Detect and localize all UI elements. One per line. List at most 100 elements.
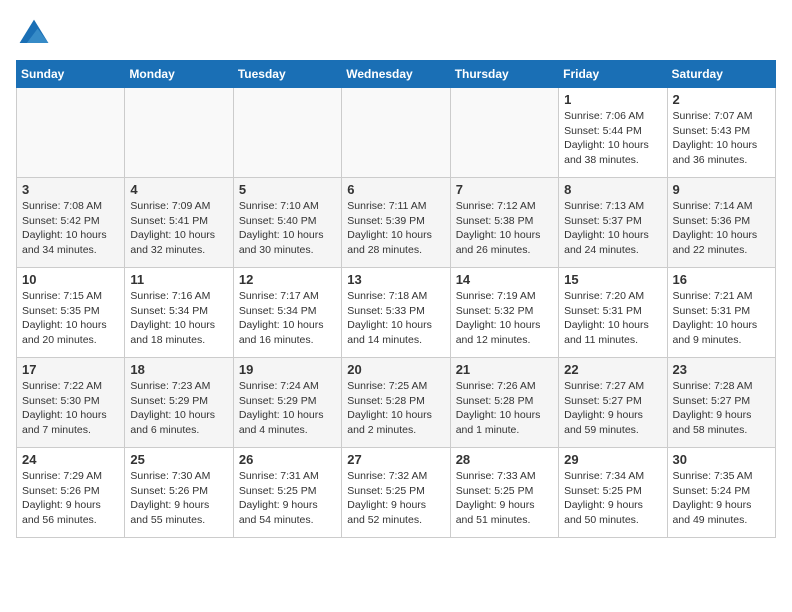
- calendar-cell: 11 Sunrise: 7:16 AM Sunset: 5:34 PM Dayli…: [125, 268, 233, 358]
- calendar-cell: [125, 88, 233, 178]
- day-info: Sunrise: 7:25 AM Sunset: 5:28 PM Dayligh…: [347, 379, 444, 438]
- calendar-cell: 27Sunrise: 7:32 AM Sunset: 5:25 PM Dayli…: [342, 448, 450, 538]
- day-info: Sunrise: 7:23 AM Sunset: 5:29 PM Dayligh…: [130, 379, 227, 438]
- col-header-sunday: Sunday: [17, 61, 125, 88]
- day-info: Sunrise: 7:07 AM Sunset: 5:43 PM Dayligh…: [673, 109, 770, 168]
- day-info: Sunrise: 7:12 AM Sunset: 5:38 PM Dayligh…: [456, 199, 553, 258]
- day-info: Sunrise: 7:09 AM Sunset: 5:41 PM Dayligh…: [130, 199, 227, 258]
- calendar-cell: 3 Sunrise: 7:08 AM Sunset: 5:42 PM Daylig…: [17, 178, 125, 268]
- day-number: 26: [239, 452, 336, 467]
- day-number: 20: [347, 362, 444, 377]
- day-info: Sunrise: 7:31 AM Sunset: 5:25 PM Dayligh…: [239, 469, 336, 528]
- day-number: 25: [130, 452, 227, 467]
- day-info: Sunrise: 7:08 AM Sunset: 5:42 PM Dayligh…: [22, 199, 119, 258]
- calendar-cell: 29Sunrise: 7:34 AM Sunset: 5:25 PM Dayli…: [559, 448, 667, 538]
- logo-icon: [16, 16, 52, 52]
- calendar-cell: 23 Sunrise: 7:28 AM Sunset: 5:27 PM Dayli…: [667, 358, 775, 448]
- day-number: 13: [347, 272, 444, 287]
- day-number: 27: [347, 452, 444, 467]
- day-info: Sunrise: 7:21 AM Sunset: 5:31 PM Dayligh…: [673, 289, 770, 348]
- day-info: Sunrise: 7:29 AM Sunset: 5:26 PM Dayligh…: [22, 469, 119, 528]
- calendar-cell: 10 Sunrise: 7:15 AM Sunset: 5:35 PM Dayli…: [17, 268, 125, 358]
- day-info: Sunrise: 7:19 AM Sunset: 5:32 PM Dayligh…: [456, 289, 553, 348]
- calendar-cell: [450, 88, 558, 178]
- day-number: 4: [130, 182, 227, 197]
- day-number: 15: [564, 272, 661, 287]
- calendar-cell: 22 Sunrise: 7:27 AM Sunset: 5:27 PM Dayli…: [559, 358, 667, 448]
- day-info: Sunrise: 7:17 AM Sunset: 5:34 PM Dayligh…: [239, 289, 336, 348]
- calendar-cell: 4 Sunrise: 7:09 AM Sunset: 5:41 PM Daylig…: [125, 178, 233, 268]
- logo: [16, 16, 56, 52]
- day-number: 6: [347, 182, 444, 197]
- calendar-cell: 21 Sunrise: 7:26 AM Sunset: 5:28 PM Dayli…: [450, 358, 558, 448]
- calendar-cell: 18 Sunrise: 7:23 AM Sunset: 5:29 PM Dayli…: [125, 358, 233, 448]
- day-number: 9: [673, 182, 770, 197]
- day-number: 2: [673, 92, 770, 107]
- calendar-cell: 28 Sunrise: 7:33 AM Sunset: 5:25 PM Dayli…: [450, 448, 558, 538]
- calendar-cell: 20 Sunrise: 7:25 AM Sunset: 5:28 PM Dayli…: [342, 358, 450, 448]
- day-number: 23: [673, 362, 770, 377]
- calendar-cell: 6 Sunrise: 7:11 AM Sunset: 5:39 PM Daylig…: [342, 178, 450, 268]
- day-info: Sunrise: 7:10 AM Sunset: 5:40 PM Dayligh…: [239, 199, 336, 258]
- day-info: Sunrise: 7:16 AM Sunset: 5:34 PM Dayligh…: [130, 289, 227, 348]
- day-number: 7: [456, 182, 553, 197]
- day-info: Sunrise: 7:20 AM Sunset: 5:31 PM Dayligh…: [564, 289, 661, 348]
- calendar-cell: 16 Sunrise: 7:21 AM Sunset: 5:31 PM Dayli…: [667, 268, 775, 358]
- day-number: 12: [239, 272, 336, 287]
- col-header-tuesday: Tuesday: [233, 61, 341, 88]
- day-number: 14: [456, 272, 553, 287]
- page-header: [16, 16, 776, 52]
- calendar-cell: 24 Sunrise: 7:29 AM Sunset: 5:26 PM Dayli…: [17, 448, 125, 538]
- day-number: 19: [239, 362, 336, 377]
- day-number: 1: [564, 92, 661, 107]
- day-info: Sunrise: 7:15 AM Sunset: 5:35 PM Dayligh…: [22, 289, 119, 348]
- day-info: Sunrise: 7:33 AM Sunset: 5:25 PM Dayligh…: [456, 469, 553, 528]
- day-number: 22: [564, 362, 661, 377]
- calendar-cell: 17Sunrise: 7:22 AM Sunset: 5:30 PM Dayli…: [17, 358, 125, 448]
- day-number: 18: [130, 362, 227, 377]
- day-number: 28: [456, 452, 553, 467]
- col-header-wednesday: Wednesday: [342, 61, 450, 88]
- day-number: 8: [564, 182, 661, 197]
- day-info: Sunrise: 7:22 AM Sunset: 5:30 PM Dayligh…: [22, 379, 119, 438]
- calendar-cell: 30 Sunrise: 7:35 AM Sunset: 5:24 PM Dayli…: [667, 448, 775, 538]
- calendar-cell: 2 Sunrise: 7:07 AM Sunset: 5:43 PM Daylig…: [667, 88, 775, 178]
- day-info: Sunrise: 7:30 AM Sunset: 5:26 PM Dayligh…: [130, 469, 227, 528]
- day-info: Sunrise: 7:24 AM Sunset: 5:29 PM Dayligh…: [239, 379, 336, 438]
- calendar-cell: [17, 88, 125, 178]
- day-info: Sunrise: 7:13 AM Sunset: 5:37 PM Dayligh…: [564, 199, 661, 258]
- calendar-cell: 7 Sunrise: 7:12 AM Sunset: 5:38 PM Daylig…: [450, 178, 558, 268]
- day-info: Sunrise: 7:27 AM Sunset: 5:27 PM Dayligh…: [564, 379, 661, 438]
- day-info: Sunrise: 7:26 AM Sunset: 5:28 PM Dayligh…: [456, 379, 553, 438]
- day-info: Sunrise: 7:18 AM Sunset: 5:33 PM Dayligh…: [347, 289, 444, 348]
- day-info: Sunrise: 7:06 AM Sunset: 5:44 PM Dayligh…: [564, 109, 661, 168]
- day-number: 5: [239, 182, 336, 197]
- calendar-cell: 15 Sunrise: 7:20 AM Sunset: 5:31 PM Dayli…: [559, 268, 667, 358]
- day-number: 16: [673, 272, 770, 287]
- calendar-cell: 9Sunrise: 7:14 AM Sunset: 5:36 PM Daylig…: [667, 178, 775, 268]
- calendar-cell: [342, 88, 450, 178]
- col-header-thursday: Thursday: [450, 61, 558, 88]
- calendar-cell: 26 Sunrise: 7:31 AM Sunset: 5:25 PM Dayli…: [233, 448, 341, 538]
- day-number: 3: [22, 182, 119, 197]
- day-number: 29: [564, 452, 661, 467]
- calendar-cell: 25 Sunrise: 7:30 AM Sunset: 5:26 PM Dayli…: [125, 448, 233, 538]
- day-info: Sunrise: 7:11 AM Sunset: 5:39 PM Dayligh…: [347, 199, 444, 258]
- day-number: 21: [456, 362, 553, 377]
- day-info: Sunrise: 7:28 AM Sunset: 5:27 PM Dayligh…: [673, 379, 770, 438]
- col-header-monday: Monday: [125, 61, 233, 88]
- calendar-cell: 14 Sunrise: 7:19 AM Sunset: 5:32 PM Dayli…: [450, 268, 558, 358]
- calendar-cell: 12 Sunrise: 7:17 AM Sunset: 5:34 PM Dayli…: [233, 268, 341, 358]
- calendar-cell: 13 Sunrise: 7:18 AM Sunset: 5:33 PM Dayli…: [342, 268, 450, 358]
- calendar-cell: 1 Sunrise: 7:06 AM Sunset: 5:44 PM Daylig…: [559, 88, 667, 178]
- day-number: 24: [22, 452, 119, 467]
- day-number: 10: [22, 272, 119, 287]
- day-number: 11: [130, 272, 227, 287]
- calendar-cell: 19 Sunrise: 7:24 AM Sunset: 5:29 PM Dayli…: [233, 358, 341, 448]
- day-info: Sunrise: 7:35 AM Sunset: 5:24 PM Dayligh…: [673, 469, 770, 528]
- calendar-cell: 5 Sunrise: 7:10 AM Sunset: 5:40 PM Daylig…: [233, 178, 341, 268]
- day-number: 30: [673, 452, 770, 467]
- col-header-saturday: Saturday: [667, 61, 775, 88]
- col-header-friday: Friday: [559, 61, 667, 88]
- calendar-cell: 8 Sunrise: 7:13 AM Sunset: 5:37 PM Daylig…: [559, 178, 667, 268]
